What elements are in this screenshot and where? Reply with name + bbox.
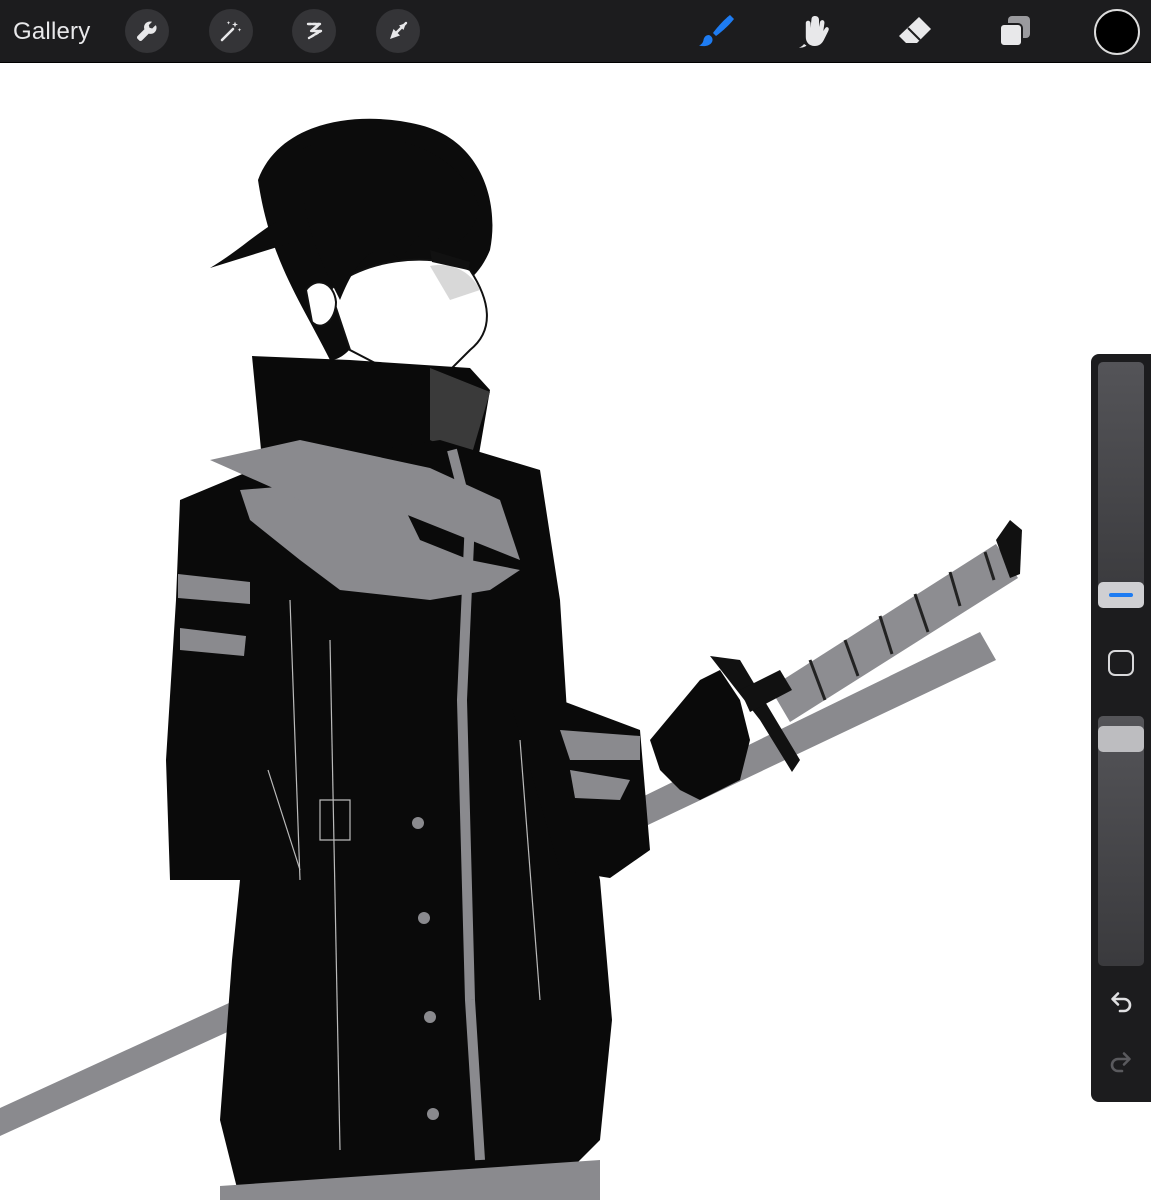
selection-button[interactable] xyxy=(292,9,336,53)
drawing-canvas[interactable] xyxy=(0,63,1151,1200)
actions-button[interactable] xyxy=(125,9,169,53)
arrow-cursor-icon xyxy=(390,21,408,39)
redo-icon xyxy=(1110,1052,1131,1073)
magic-wand-icon xyxy=(220,21,242,42)
wrench-icon xyxy=(136,21,157,42)
opacity-slider[interactable] xyxy=(1098,716,1144,966)
brush-icon xyxy=(699,15,734,47)
side-toolbar xyxy=(1091,354,1151,1102)
opacity-slider-thumb[interactable] xyxy=(1098,726,1144,752)
top-toolbar: Gallery xyxy=(0,0,1151,63)
eraser-icon xyxy=(899,17,931,43)
layers-button[interactable] xyxy=(995,11,1035,51)
brush-size-slider-thumb[interactable] xyxy=(1098,582,1144,608)
adjustments-button[interactable] xyxy=(209,9,253,53)
brush-size-slider[interactable] xyxy=(1098,362,1144,608)
eraser-tool-button[interactable] xyxy=(895,11,935,51)
smudge-tool-button[interactable] xyxy=(795,11,835,51)
brush-tool-button[interactable] xyxy=(695,11,735,51)
undo-button[interactable] xyxy=(1107,990,1135,1018)
modify-button[interactable] xyxy=(1108,650,1134,676)
undo-icon xyxy=(1111,992,1132,1013)
layers-icon xyxy=(999,16,1030,47)
smudge-icon xyxy=(799,16,829,48)
transform-button[interactable] xyxy=(376,9,420,53)
color-picker-button[interactable] xyxy=(1094,9,1140,55)
redo-button[interactable] xyxy=(1107,1050,1135,1078)
gallery-button[interactable]: Gallery xyxy=(13,15,90,49)
selection-s-icon xyxy=(306,22,323,40)
